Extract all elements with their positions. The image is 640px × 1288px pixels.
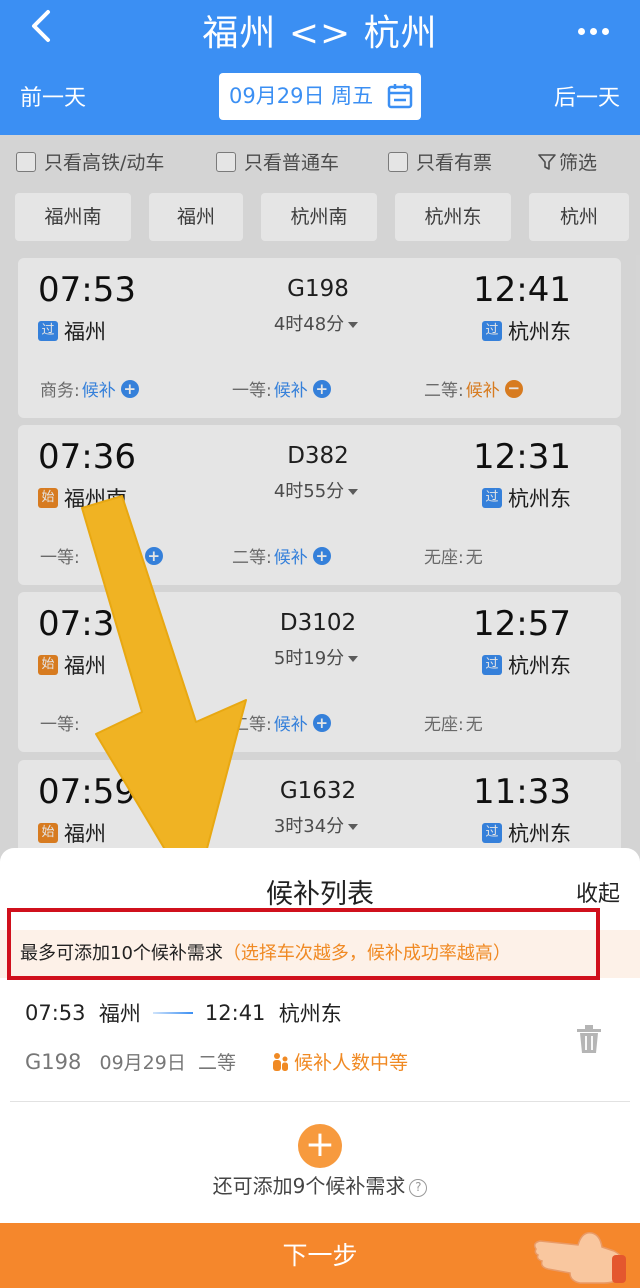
sheet-title: 候补列表 [266, 879, 374, 910]
date-label: 09月29日 周五 [229, 84, 374, 108]
waitlist-entry-route: 07:53 福州 12:41 杭州东 [25, 1001, 342, 1026]
add-waitlist-text: 还可添加9个候补需求? [0, 1170, 640, 1199]
header-bar: 福州 <> 杭州 前一天 09月29日 周五 后一天 [0, 0, 640, 135]
people-icon [272, 1052, 288, 1071]
trash-icon[interactable] [576, 1024, 602, 1054]
prev-day-button[interactable]: 前一天 [20, 80, 86, 112]
help-icon[interactable]: ? [409, 1178, 428, 1197]
more-options-icon[interactable] [578, 20, 618, 35]
waitlist-entry-detail: G198 09月29日 二等 候补人数中等 [25, 1048, 408, 1075]
calendar-icon [387, 84, 413, 109]
demand-level: 候补人数中等 [270, 1048, 408, 1075]
page-title: 福州 <> 杭州 [202, 13, 438, 54]
route-line-icon [152, 1012, 193, 1014]
divider [10, 1101, 630, 1102]
add-waitlist-button[interactable]: + [298, 1124, 342, 1168]
pointing-hand-icon [533, 1232, 626, 1284]
next-day-button[interactable]: 后一天 [554, 80, 620, 112]
collapse-button[interactable]: 收起 [576, 876, 620, 908]
date-picker-button[interactable]: 09月29日 周五 [219, 73, 421, 120]
annotation-highlight-box [7, 908, 600, 980]
